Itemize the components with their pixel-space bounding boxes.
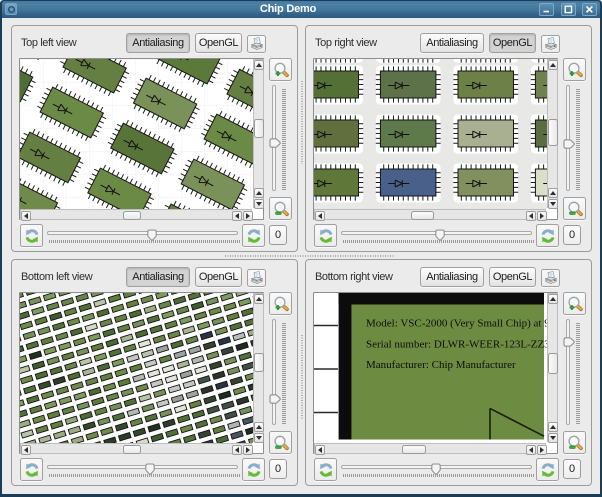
svg-text:Model: VSC-2000 (Very Small Ch: Model: VSC-2000 (Very Small Chip) at 93x… xyxy=(366,318,547,330)
svg-text:Manufacturer: Chip Manufacture: Manufacturer: Chip Manufacturer xyxy=(366,359,516,371)
svg-text:Serial number: DLWR-WEER-123L-: Serial number: DLWR-WEER-123L-ZZ33-SDSJ xyxy=(366,338,547,350)
